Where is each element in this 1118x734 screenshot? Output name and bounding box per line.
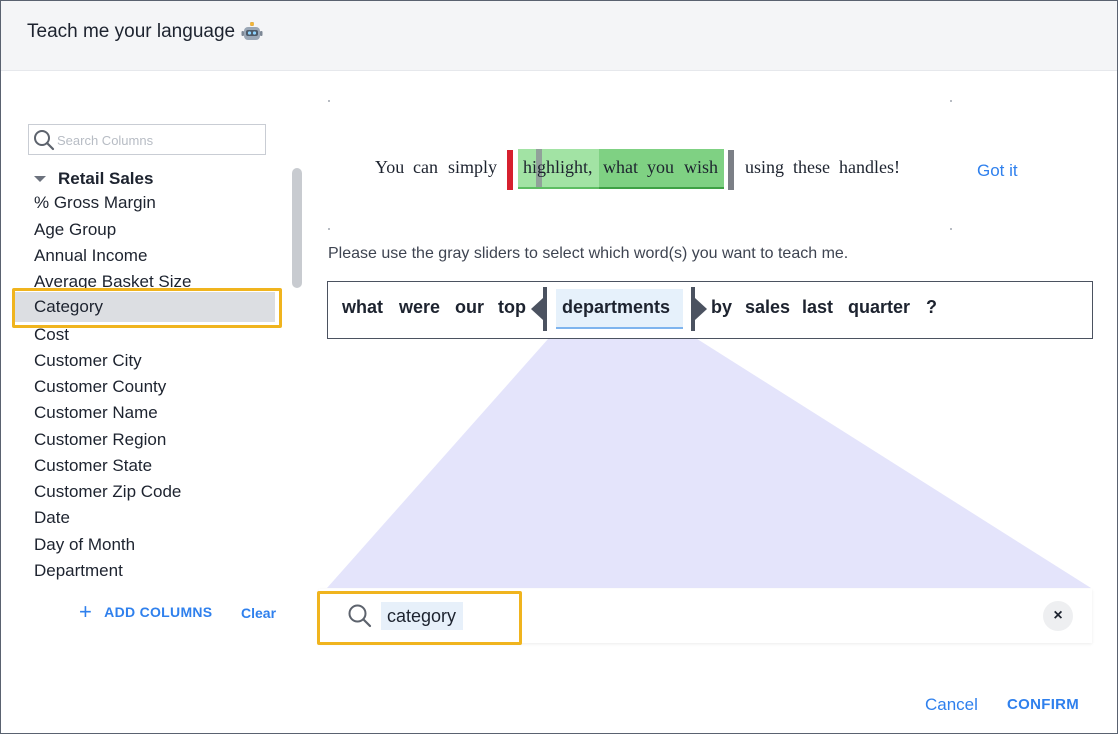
query-word: our [455,297,484,317]
column-search-input-box[interactable] [28,124,266,155]
plus-icon: + [79,599,93,624]
right-slider-arrow-icon[interactable] [695,298,707,320]
column-item[interactable]: Average Basket Size [34,272,192,292]
query-word: top [498,297,526,317]
tutorial-word: these [793,157,830,177]
column-item[interactable]: Annual Income [34,246,147,266]
query-word: quarter [848,297,911,317]
query-word-selected: departments [562,297,671,317]
column-item[interactable]: % Gross Margin [34,193,156,213]
confirm-button[interactable]: CONFIRM [1007,696,1079,713]
mapping-search-value[interactable]: category [387,606,456,627]
column-item[interactable]: Date [34,508,70,528]
teach-dialog: Teach me your language Search Columns Re… [0,0,1118,734]
column-item[interactable]: Age Group [34,220,116,240]
query-word: last [802,297,834,317]
query-word: sales [745,297,791,317]
add-columns-label: ADD COLUMNS [104,604,213,620]
tutorial-word: can [413,157,438,177]
decor-dot [950,228,952,230]
column-item[interactable]: Customer State [34,456,152,476]
column-item[interactable]: Cost [34,325,69,345]
column-item[interactable]: Customer Zip Code [34,482,181,502]
tutorial-word: what [603,157,638,177]
tutorial-word: wish [684,157,719,177]
scrollbar-thumb[interactable] [292,168,302,288]
column-item[interactable]: Customer County [34,377,166,397]
query-word: what [342,297,384,317]
clear-link[interactable]: Clear [241,605,276,621]
column-list: % Gross Margin Age Group Annual Income A… [1,189,291,589]
cancel-button[interactable]: Cancel [925,695,978,715]
caret-down-icon [34,176,46,182]
tutorial-red-handle [507,150,513,190]
clear-search-button[interactable]: × [1043,601,1073,631]
query-word: ? [926,297,937,317]
decor-dot [328,228,330,230]
group-label: Retail Sales [58,169,154,188]
tutorial-word: handles! [839,157,900,177]
instruction-text: Please use the gray sliders to select wh… [328,245,849,262]
dialog-title-wrap: Teach me your language [27,21,263,43]
column-item[interactable]: Day of Month [34,535,135,555]
tutorial-word: simply [448,157,498,177]
decor-dot [328,100,330,102]
dialog-header: Teach me your language [1,1,1117,71]
left-slider-handle[interactable] [543,287,547,331]
query-word: by [711,297,733,317]
query-word: were [399,297,441,317]
tutorial-word: You [375,157,405,177]
got-it-link[interactable]: Got it [977,161,1018,181]
mapping-search-field[interactable]: category [319,589,1092,643]
decor-dot [950,100,952,102]
dialog-title: Teach me your language [27,21,236,42]
search-icon [33,129,55,156]
robot-icon [241,22,263,42]
tutorial-word: using [745,157,785,177]
tutorial-word: highlight, [523,157,593,177]
column-item-selected[interactable]: Category [15,292,275,322]
query-box [327,281,1093,339]
tutorial-gray-handle-right [728,150,734,190]
column-item[interactable]: Department [34,561,123,581]
column-item[interactable]: Customer Name [34,403,158,423]
column-item[interactable]: Customer City [34,351,142,371]
tutorial-word: you [647,157,674,177]
left-slider-arrow-icon[interactable] [531,298,543,320]
column-search-input[interactable] [57,130,257,150]
add-columns-button[interactable]: + ADD COLUMNS [79,599,213,624]
column-item[interactable]: Customer Region [34,430,166,450]
search-icon [347,603,373,634]
retail-sales-group-header[interactable]: Retail Sales [34,169,153,189]
